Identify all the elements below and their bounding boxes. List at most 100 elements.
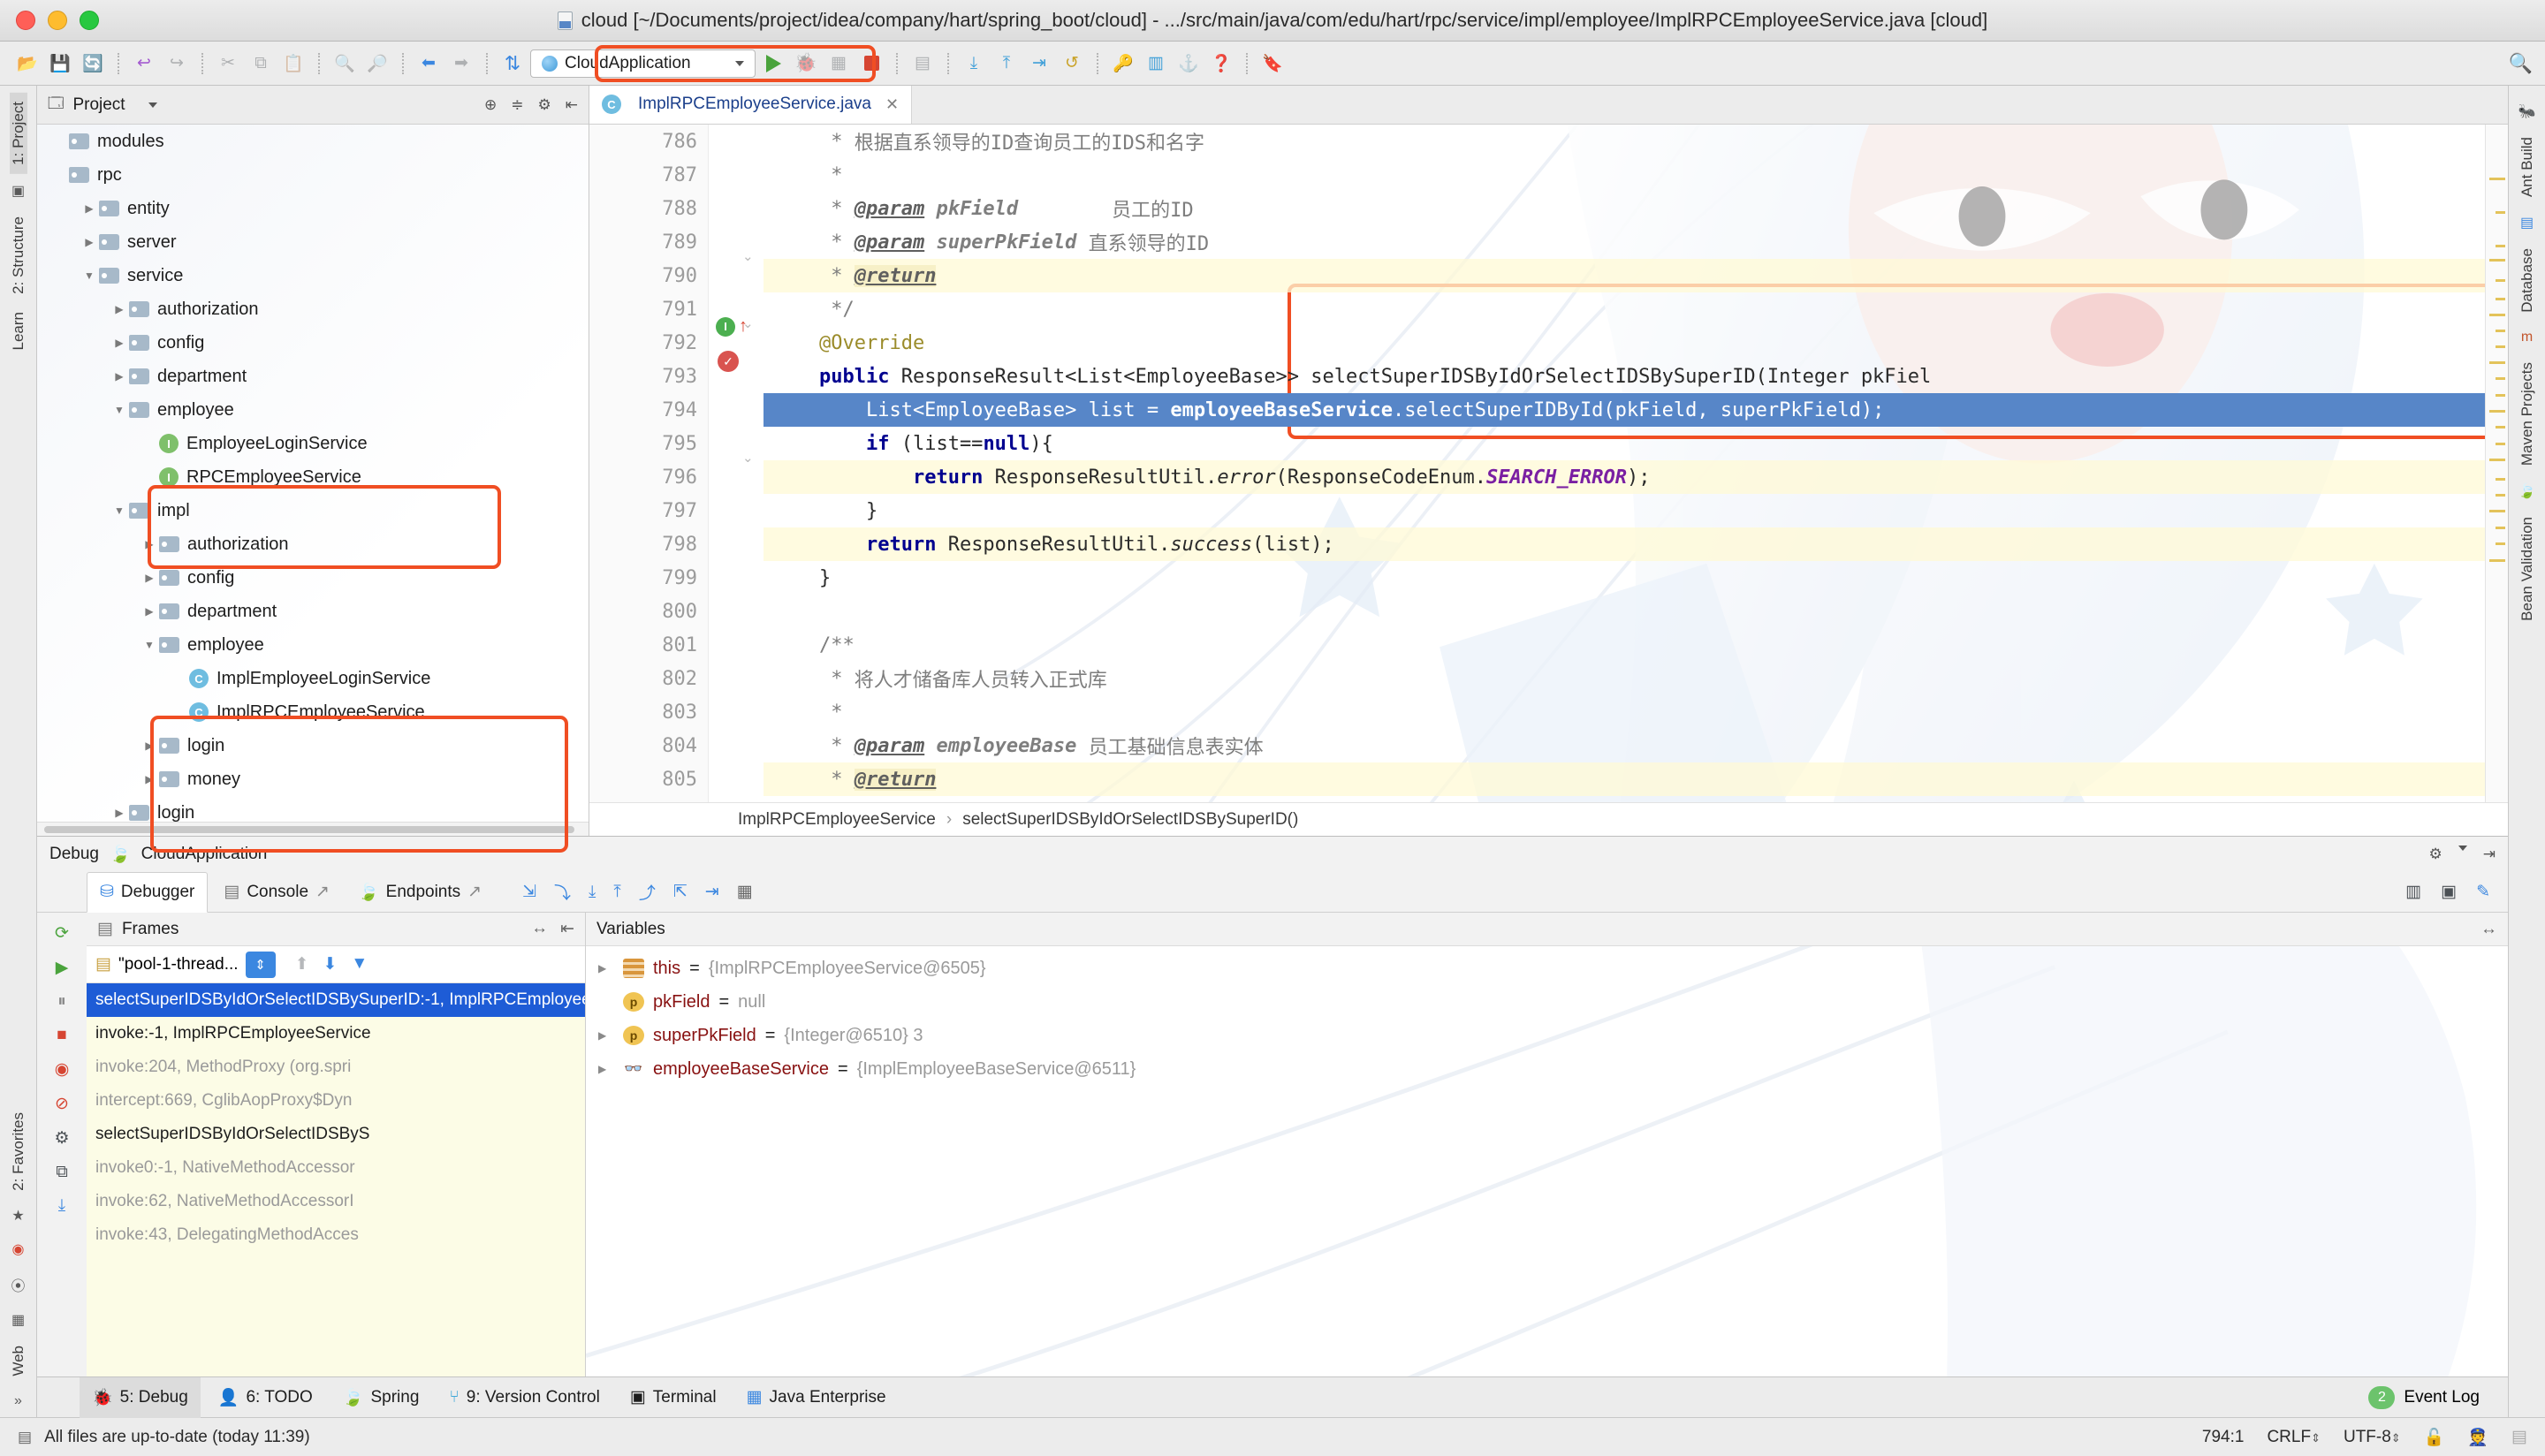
show-execution-point-icon[interactable]: ⇲ [522,882,536,902]
forward-icon[interactable]: ➡ [446,49,476,79]
tree-node[interactable]: ▶CImplEmployeeLoginService [37,662,589,695]
hide-icon[interactable]: ⇤ [566,96,578,114]
code-line[interactable]: } [764,494,2485,527]
settings-icon[interactable]: ▤ [908,49,938,79]
filter-icon[interactable]: ▼ [351,954,368,974]
save-icon[interactable]: 💾 [45,49,75,79]
error-stripe-mark[interactable] [2496,377,2505,380]
thread-dropdown-icon[interactable]: ⇕ [245,951,276,978]
error-stripe-mark[interactable] [2496,345,2505,348]
line-number[interactable]: 806 [589,796,708,803]
implementing-method-icon[interactable]: I [716,316,735,337]
tree-node[interactable]: ▶CImplRPCEmployeeService [37,695,589,729]
chevron-right-icon[interactable]: ▶ [598,1063,614,1075]
tree-node[interactable]: ▼ employee [37,628,589,662]
sidebar-item-project[interactable]: 1: Project [9,93,27,174]
editor-tab-implrpcemployeeservice[interactable]: C ImplRPCEmployeeService.java ✕ [589,86,913,124]
editor-error-stripe[interactable] [2485,125,2508,802]
code-line[interactable]: * 将人才储备库人员转入正式库 [764,662,2485,695]
locate-icon[interactable]: ⊕ [484,96,497,114]
frame-item[interactable]: intercept:669, CglibAopProxy$Dyn [87,1084,585,1118]
frame-item[interactable]: invoke:-1, ImplRPCEmployeeService [87,1017,585,1050]
coverage-button[interactable]: ▦ [824,49,854,79]
copy-icon[interactable]: ⧉ [246,49,276,79]
redo-icon[interactable]: ↪ [162,49,192,79]
tree-node[interactable]: ▶ money [37,762,589,796]
close-icon[interactable]: ✕ [885,95,899,114]
fold-marker-icon[interactable]: ⌄ [742,315,754,331]
code-line[interactable]: @Override [764,326,2485,360]
more-icon[interactable]: » [14,1393,22,1409]
up-icon[interactable]: ⬆ [295,954,309,974]
inspector-icon[interactable]: 👮 [2467,1427,2488,1448]
run-configuration-selector[interactable]: CloudApplication [530,49,756,78]
chevron-right-icon[interactable]: ▶ [140,773,159,785]
fold-marker-icon[interactable]: ⌄ [742,450,754,466]
chevron-right-icon[interactable]: ▶ [110,807,129,819]
detach-icon[interactable]: ↗ [315,882,330,902]
variable-row[interactable]: ▶ppkField=null [586,985,2508,1019]
layout-icon[interactable]: ▣ [2441,882,2457,902]
tree-node[interactable]: ▶rpc [37,158,589,192]
chevron-down-icon[interactable]: ▼ [140,639,159,651]
tree-node[interactable]: ▼ impl [37,494,589,527]
tree-node[interactable]: ▶modules [37,125,589,158]
code-line[interactable]: * @return [764,259,2485,292]
code-line[interactable]: /** [764,628,2485,662]
line-number[interactable]: 794 [589,393,708,427]
code-line[interactable]: return ResponseResultUtil. error (Response… [764,460,2485,494]
tab-debugger[interactable]: ⛁ Debugger [87,871,209,913]
line-number[interactable]: 792 [589,326,708,360]
tab-console[interactable]: ▤ Console ↗ [211,872,342,913]
error-stripe-mark[interactable] [2489,178,2505,180]
line-number[interactable]: 788 [589,192,708,225]
frame-item[interactable]: selectSuperIDSByIdOrSelectIDSByS [87,1118,585,1151]
code-line[interactable]: } [764,561,2485,595]
bookmarks-icon[interactable]: ★ [11,1207,24,1225]
chevron-down-icon[interactable] [2458,846,2467,851]
tool-window-terminal[interactable]: ▣ Terminal [618,1377,729,1418]
tree-node[interactable]: ▶ config [37,561,589,595]
tree-node[interactable]: ▶ authorization [37,527,589,561]
sidebar-item-learn[interactable]: Learn [10,303,27,359]
chevron-right-icon[interactable]: ▶ [140,572,159,584]
tree-node[interactable]: ▶IEmployeeLoginService [37,427,589,460]
collapse-all-icon[interactable]: ≑ [511,96,523,114]
line-number[interactable]: 800 [589,595,708,628]
tree-node[interactable]: ▶ login [37,729,589,762]
gear-icon[interactable]: ⚙ [538,96,551,114]
error-stripe-mark[interactable] [2489,410,2505,413]
chevron-right-icon[interactable]: ▶ [598,1029,614,1042]
line-number[interactable]: 799 [589,561,708,595]
code-line[interactable]: * @param employeeBase 员工基础信息表实体 [764,729,2485,762]
grid-icon[interactable]: ▦ [11,1311,25,1329]
profiler-icon[interactable]: ⚓ [1174,49,1204,79]
frame-item[interactable]: invoke:62, NativeMethodAccessorI [87,1185,585,1218]
variable-row[interactable]: ▶ this = {ImplRPCEmployeeService@6505} [586,952,2508,985]
stop-button[interactable] [856,49,886,79]
variable-row[interactable]: ▶ p superPkField = {Integer@6510} 3 [586,1019,2508,1052]
project-horizontal-scrollbar[interactable] [37,822,589,836]
line-number[interactable]: 791 [589,292,708,326]
error-stripe-mark[interactable] [2489,314,2505,316]
build-project-icon[interactable]: ⇅ [498,49,528,79]
evaluate-expression-icon[interactable]: ▦ [737,882,753,902]
stop-session-icon[interactable]: ■ [57,1026,66,1045]
error-stripe-mark[interactable] [2496,330,2505,332]
chevron-right-icon[interactable]: ▶ [598,962,614,974]
tree-node[interactable]: ▶ config [37,326,589,360]
breadcrumb[interactable]: ImplRPCEmployeeService › selectSuperIDSB… [589,802,2508,836]
sidebar-item-bean-validation[interactable]: Bean Validation [2518,508,2536,630]
sidebar-item-web[interactable]: Web [10,1337,27,1385]
gear-icon[interactable]: ⚙ [2429,846,2442,863]
line-number[interactable]: 793 [589,360,708,393]
vcs-commit-icon[interactable]: ⤒ [991,49,1022,79]
detach-icon[interactable]: ↔ [531,919,548,939]
tree-node[interactable]: ▼ service [37,259,589,292]
tool-window-debug[interactable]: 🐞 5: Debug [80,1376,201,1418]
detach-icon[interactable]: ↗ [467,882,482,902]
find-icon[interactable]: 🔍 [330,49,360,79]
rerun-icon[interactable]: ⟳ [55,923,69,944]
variable-row[interactable]: ▶ 👓 employeeBaseService = {ImplEmployeeBaseS… [586,1052,2508,1086]
editor-viewport[interactable]: 786 787 788 789 790 791 792 793 794 795 796 797 798 7… [589,125,2508,802]
